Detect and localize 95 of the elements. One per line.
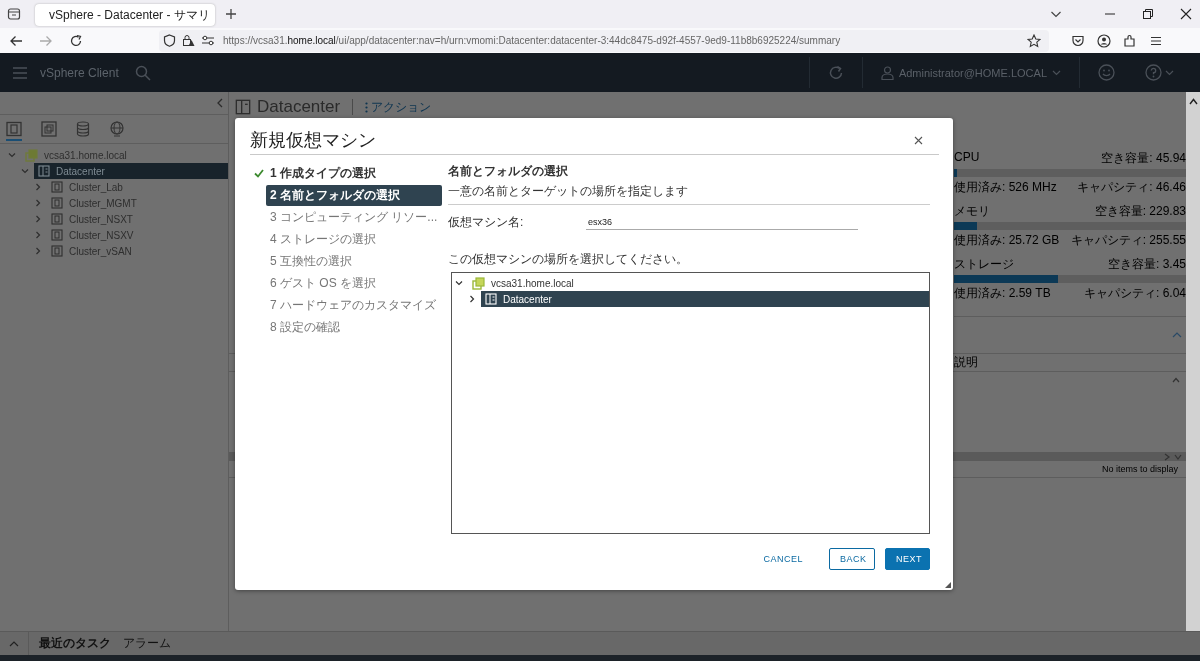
tree-item[interactable]: Cluster_MGMT [47,195,228,211]
scroll-down-icon[interactable] [1174,453,1182,460]
globe-icon [109,120,125,137]
building-icon [485,293,497,305]
column-header[interactable]: 説明 [954,354,1186,371]
building-icon [38,165,50,177]
puzzle-icon[interactable] [1123,33,1137,48]
smiley-icon[interactable] [1098,64,1115,81]
wizard-step[interactable]: 5 互換性の選択 [266,251,442,272]
vms-icon [41,120,57,137]
vcenter-icon [25,148,38,162]
tree-item[interactable]: vcsa31.home.local [21,147,228,163]
back-button[interactable]: BACK [829,548,875,570]
app-title: vSphere Client [40,65,119,80]
cluster-icon [51,245,63,257]
wizard-step[interactable]: 2 名前とフォルダの選択 [266,185,442,206]
shield-icon[interactable] [163,34,176,47]
section-title: 名前とフォルダの選択 [448,163,569,180]
cluster-icon [51,197,63,209]
kebab-icon [365,101,369,113]
field-label: 仮想マシン名: [448,214,525,231]
browser-tab[interactable]: vSphere - Datacenter - サマリ [35,4,215,26]
used-text: 使用済み: 526 MHz [954,179,1057,196]
tree-item[interactable]: Datacenter [34,163,228,179]
scroll-up-icon[interactable] [1188,98,1198,105]
panel-tab[interactable]: アラーム [121,635,181,652]
free-text: 空き容量: 3.45 [1107,256,1186,273]
section-description: 一意の名前とターゲットの場所を指定します [448,183,689,200]
resource-label: メモリ [954,203,990,220]
tree-item[interactable]: Cluster_NSXV [47,227,228,243]
scroll-right-icon[interactable] [1164,452,1170,461]
forward-icon[interactable] [39,33,53,48]
cancel-button[interactable]: CANCEL [753,548,813,570]
database-icon [76,120,90,137]
account-icon[interactable] [1097,33,1111,48]
panel-tab[interactable]: 最近のタスク [37,635,121,652]
close-icon[interactable] [1180,8,1192,20]
restore-icon[interactable] [1142,8,1154,20]
wizard-step[interactable]: 4 ストレージの選択 [266,229,442,250]
wizard-step[interactable]: 1 作成タイプの選択 [266,163,442,184]
next-button[interactable]: NEXT [885,548,930,570]
capacity-text: キャパシティ: 6.04 [1083,285,1186,302]
capacity-text: キャパシティ: 46.46 [1077,179,1186,196]
resize-grip-icon[interactable] [945,582,951,588]
resource-label: ストレージ [954,256,1014,273]
user-menu[interactable]: Administrator@HOME.LOCAL [880,65,1061,80]
help-menu[interactable] [1145,64,1174,81]
scrollbar[interactable] [1186,92,1200,631]
capacity-text: キャパシティ: 255.55 [1070,232,1186,249]
cluster-icon [51,213,63,225]
vcenter-icon [472,276,485,290]
resource-label: CPU [954,150,980,166]
used-text: 使用済み: 2.59 TB [954,285,1051,302]
pocket-icon[interactable] [1071,33,1085,48]
cluster-icon [51,181,63,193]
chevron-right-icon[interactable] [468,295,476,303]
tab-list-icon[interactable] [7,7,21,21]
reload-icon[interactable] [69,33,83,48]
help-icon [1145,64,1162,81]
refresh-icon[interactable] [827,64,844,81]
chevron-down-icon [1165,68,1174,77]
search-icon[interactable] [134,64,151,81]
cluster-icon [51,229,63,241]
dialog-title: 新規仮想マシン [250,129,376,152]
collapse-icon[interactable] [216,98,224,108]
new-tab-icon[interactable] [225,8,237,20]
close-icon[interactable] [914,135,923,145]
address-bar[interactable]: https://vcsa31.home.local/ui/app/datacenter:nav=h/urn:vmomi:Datacenter:datacenter-3:44dc8475-d92f-4557-9ed9-11b8b6925224/summary [159,29,1049,52]
wizard-step[interactable]: 7 ハードウェアのカスタマイズ [266,295,442,316]
chevron-up-icon[interactable] [1172,331,1182,339]
chevron-down-icon [1052,68,1061,77]
lock-warning-icon[interactable] [182,34,195,47]
wizard-step[interactable]: 6 ゲスト OS を選択 [266,273,442,294]
wizard-step[interactable]: 8 設定の確認 [266,317,442,338]
tree-item[interactable]: Datacenter [481,291,929,307]
used-text: 使用済み: 25.72 GB [954,232,1060,249]
page-title: Datacenter [257,97,341,117]
sliders-icon[interactable] [201,34,215,47]
tree-item[interactable]: Cluster_vSAN [47,243,228,259]
hosts-icon [6,120,22,137]
tree-item[interactable]: Cluster_NSXT [47,211,228,227]
user-icon [880,65,894,80]
tree-item[interactable]: vcsa31.home.local [468,275,929,291]
back-icon[interactable] [9,33,23,48]
chevron-up-icon[interactable] [9,639,19,648]
chevron-down-icon[interactable] [455,279,463,287]
free-text: 空き容量: 45.94 [1101,150,1186,167]
wizard-step[interactable]: 3 コンピューティング リソー... [266,207,442,228]
star-icon[interactable] [1027,33,1041,48]
empty-message: No items to display [1101,464,1178,474]
instruction-text: この仮想マシンの場所を選択してください。 [448,251,689,268]
building-icon [235,99,251,115]
free-text: 空き容量: 229.83 [1094,203,1186,220]
tree-item[interactable]: Cluster_Lab [47,179,228,195]
actions-menu[interactable]: アクション [365,98,432,116]
